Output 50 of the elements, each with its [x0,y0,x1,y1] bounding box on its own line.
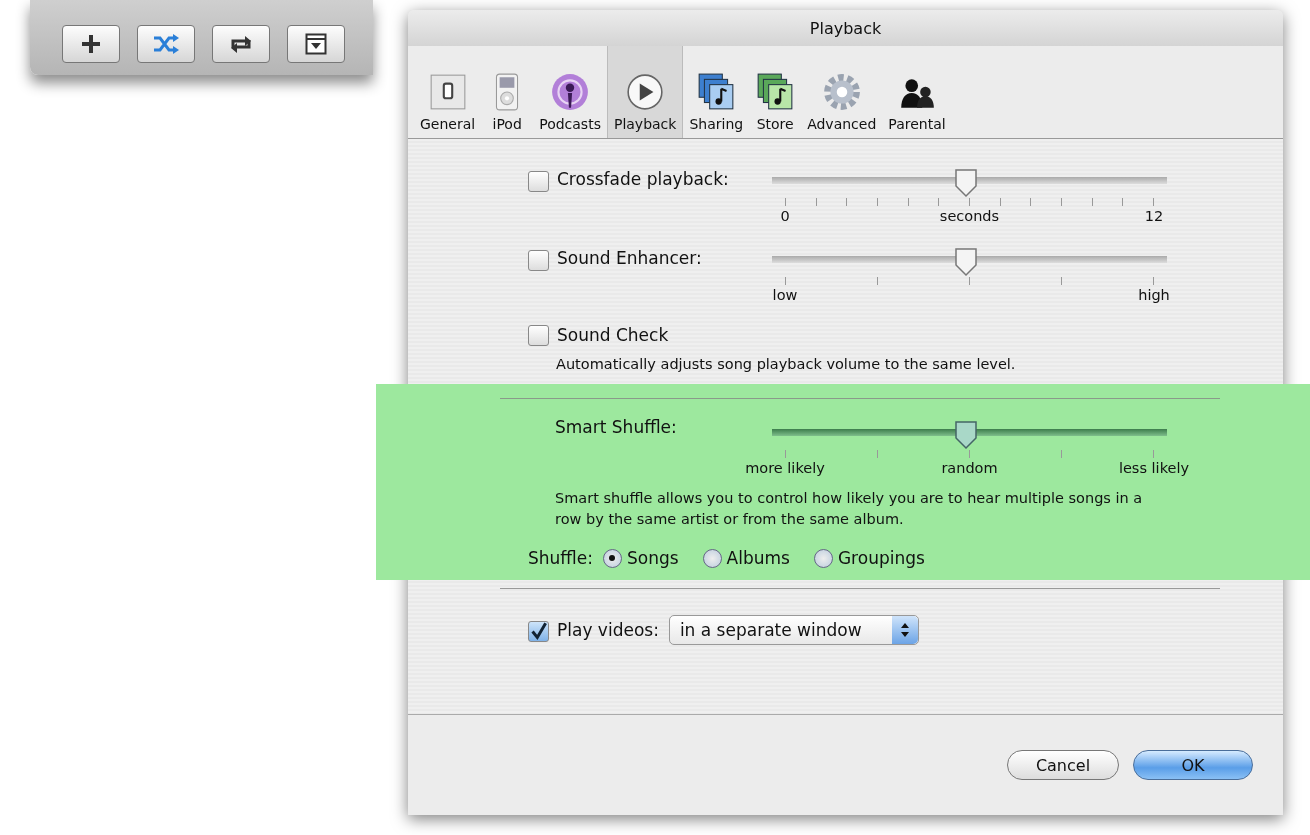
radio-option[interactable]: Songs [602,548,679,568]
radio-option[interactable]: Albums [702,548,790,568]
checkbox[interactable] [528,250,549,271]
toolbar-tab[interactable]: iPod [481,46,534,138]
scale-label: random [940,460,999,476]
toolbar-tab[interactable]: General [414,46,482,138]
stepper-arrows-icon [899,622,910,638]
checkbox[interactable] [528,171,549,192]
toolbar-button[interactable] [287,24,345,63]
dialog-button[interactable]: Cancel [1007,750,1119,780]
radio-button[interactable] [702,548,722,568]
checkbox[interactable] [528,620,549,642]
toolbar-tab[interactable]: Playback [606,46,684,138]
gear-icon [821,72,862,112]
scale-label: high [1137,287,1171,303]
toolbar-tab[interactable]: Sharing [683,46,750,138]
shuffle-icon [152,32,180,55]
dialog-button[interactable]: OK [1133,750,1253,780]
slider-label: Smart Shuffle: [555,417,677,437]
slider-thumb[interactable] [953,247,978,277]
toolbar-tab[interactable]: Podcasts [533,46,607,138]
checkbox-label: Crossfade playback: [557,169,729,189]
checkbox-label: Play videos: [557,620,659,640]
description-text: Automatically adjusts song playback volume to the same level. [555,356,1017,372]
toolbar-button[interactable] [62,24,120,63]
radio-option[interactable]: Groupings [813,548,925,568]
checkbox[interactable] [528,325,549,346]
scale-label: seconds [938,208,1001,224]
radio-button[interactable] [813,548,833,568]
window-title: Playback [809,18,882,38]
toolbar-tab[interactable]: Advanced [801,46,883,138]
toolbar-tab[interactable]: Store [749,46,802,138]
toolbar-tab[interactable]: Parental [882,46,952,138]
scale-label: 0 [779,208,791,224]
checkbox-label: Sound Enhancer: [557,248,702,268]
podcast-icon [550,72,591,112]
scale-label: less likely [1117,460,1191,476]
scale-label: more likely [744,460,826,476]
scale-label: low [771,287,799,303]
radio-button[interactable] [602,548,622,568]
popup-menu[interactable]: in a separate window [668,615,919,645]
toolbar-button[interactable] [212,24,270,63]
radio-group-label: Shuffle: [528,548,593,568]
description-text: Smart shuffle allows you to control how likely you are to hear multiple songs in a row by the same artist or from the same album. [554,489,1144,529]
checkbox-label: Sound Check [557,324,669,345]
scale-label: 12 [1143,208,1165,224]
play-icon [625,72,666,112]
slider-thumb[interactable] [953,168,978,198]
browser-window-icon [305,32,327,55]
slider-thumb[interactable] [953,420,978,450]
